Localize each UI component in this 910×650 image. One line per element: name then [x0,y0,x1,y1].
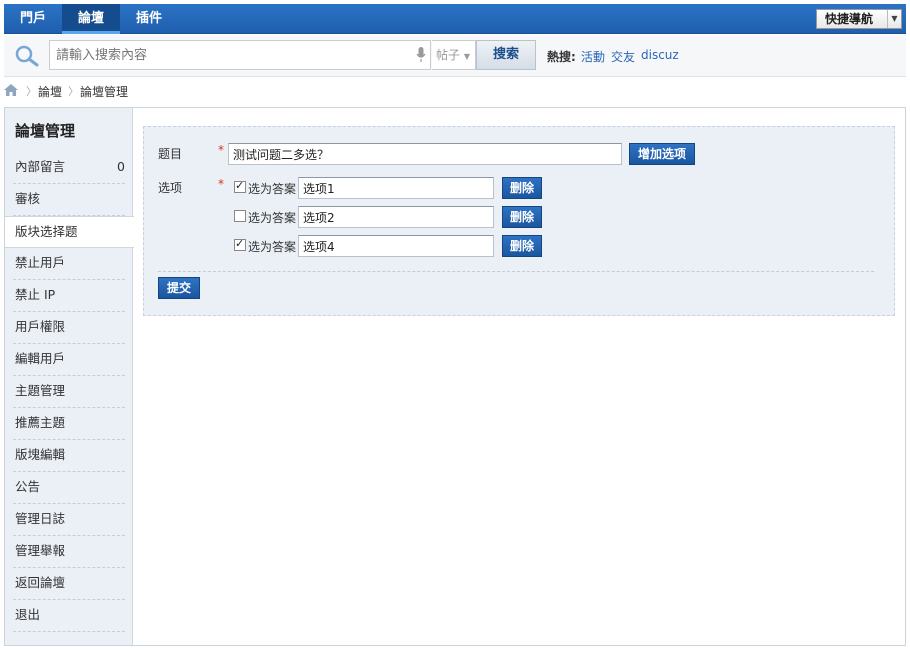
search-bar: 帖子 ▼ 搜索 熱搜: 活動 交友 discuz [4,35,906,77]
sidebar-item-board-edit[interactable]: 版塊編輯 [13,440,125,472]
top-nav-bar: 門戶 論壇 插件 快捷導航 ▼ [4,4,906,34]
delete-option-button-1[interactable]: 删除 [502,177,542,199]
sidebar-item-manage-report[interactable]: 管理舉報 [13,536,125,568]
hot-link-dating[interactable]: 交友 [611,48,635,65]
sidebar-item-user-permissions[interactable]: 用戶權限 [13,312,125,344]
home-icon[interactable] [4,84,18,96]
sidebar-item-ban-ip[interactable]: 禁止 IP [13,280,125,312]
nav-plugins[interactable]: 插件 [120,4,178,34]
search-input[interactable] [49,40,431,70]
required-mark: * [218,143,224,157]
sidebar: 論壇管理 內部留言 0 審核 版块选择题 禁止用戶 禁止 IP 用戶權限 編輯用… [5,108,134,645]
chevron-down-icon: ▼ [463,52,470,61]
main-frame: 論壇管理 內部留言 0 審核 版块选择题 禁止用戶 禁止 IP 用戶權限 編輯用… [4,107,906,646]
answer-checkbox-3[interactable] [234,237,246,251]
nav-portal[interactable]: 門戶 [4,4,62,34]
add-option-button[interactable]: 增加选项 [629,143,695,165]
delete-option-button-2[interactable]: 删除 [502,206,542,228]
question-input[interactable] [228,143,622,165]
search-button[interactable]: 搜索 [476,40,536,70]
sidebar-item-ban-user[interactable]: 禁止用戶 [13,248,125,280]
breadcrumb-separator: 〉 [26,85,37,98]
question-label: 题目 [158,147,183,161]
option-input-2[interactable] [298,206,494,228]
hot-link-activity[interactable]: 活動 [581,48,605,65]
answer-label: 选为答案 [248,182,297,196]
nav-forum[interactable]: 論壇 [62,4,120,34]
hot-link-discuz[interactable]: discuz [641,48,679,62]
search-type-value: 帖子 [436,48,461,62]
breadcrumb-forum-manage[interactable]: 論壇管理 [80,83,128,100]
quick-nav-label: 快捷導航 [825,12,874,26]
option-input-3[interactable] [298,235,494,257]
search-type-select[interactable]: 帖子 ▼ [432,40,476,70]
sidebar-item-logout[interactable]: 退出 [13,600,125,632]
option-input-1[interactable] [298,177,494,199]
sidebar-item-choice-question[interactable]: 版块选择题 [5,216,134,248]
form-divider [158,271,874,272]
sidebar-item-label: 內部留言 [15,159,66,174]
sidebar-item-edit-user[interactable]: 編輯用戶 [13,344,125,376]
breadcrumb-separator: 〉 [68,85,79,98]
answer-checkbox-2[interactable] [234,210,246,222]
sidebar-item-manage-log[interactable]: 管理日誌 [13,504,125,536]
message-count: 0 [117,159,125,174]
chevron-down-icon: ▼ [887,10,901,28]
question-form: 题目 * 增加选项 选项 * 选为答案 删除 选为答案 删除 选为答案 删除 提… [143,126,895,316]
sidebar-title: 論壇管理 [15,122,76,140]
quick-nav-button[interactable]: 快捷導航 ▼ [816,9,902,29]
search-icon[interactable] [14,45,40,67]
options-label: 选项 [158,181,183,195]
breadcrumb-forum[interactable]: 論壇 [38,83,62,100]
microphone-icon[interactable] [416,47,426,63]
answer-label: 选为答案 [248,240,297,254]
hot-search-label: 熱搜: [547,50,576,64]
sidebar-item-internal-message[interactable]: 內部留言 0 [13,152,125,184]
answer-label: 选为答案 [248,211,297,225]
sidebar-item-back-to-forum[interactable]: 返回論壇 [13,568,125,600]
sidebar-item-thread-manage[interactable]: 主題管理 [13,376,125,408]
sidebar-item-announcement[interactable]: 公告 [13,472,125,504]
required-mark: * [218,177,224,191]
submit-button[interactable]: 提交 [158,277,200,299]
answer-checkbox-1[interactable] [234,179,246,193]
sidebar-item-recommend-thread[interactable]: 推薦主題 [13,408,125,440]
delete-option-button-3[interactable]: 删除 [502,235,542,257]
sidebar-item-review[interactable]: 審核 [13,184,125,216]
